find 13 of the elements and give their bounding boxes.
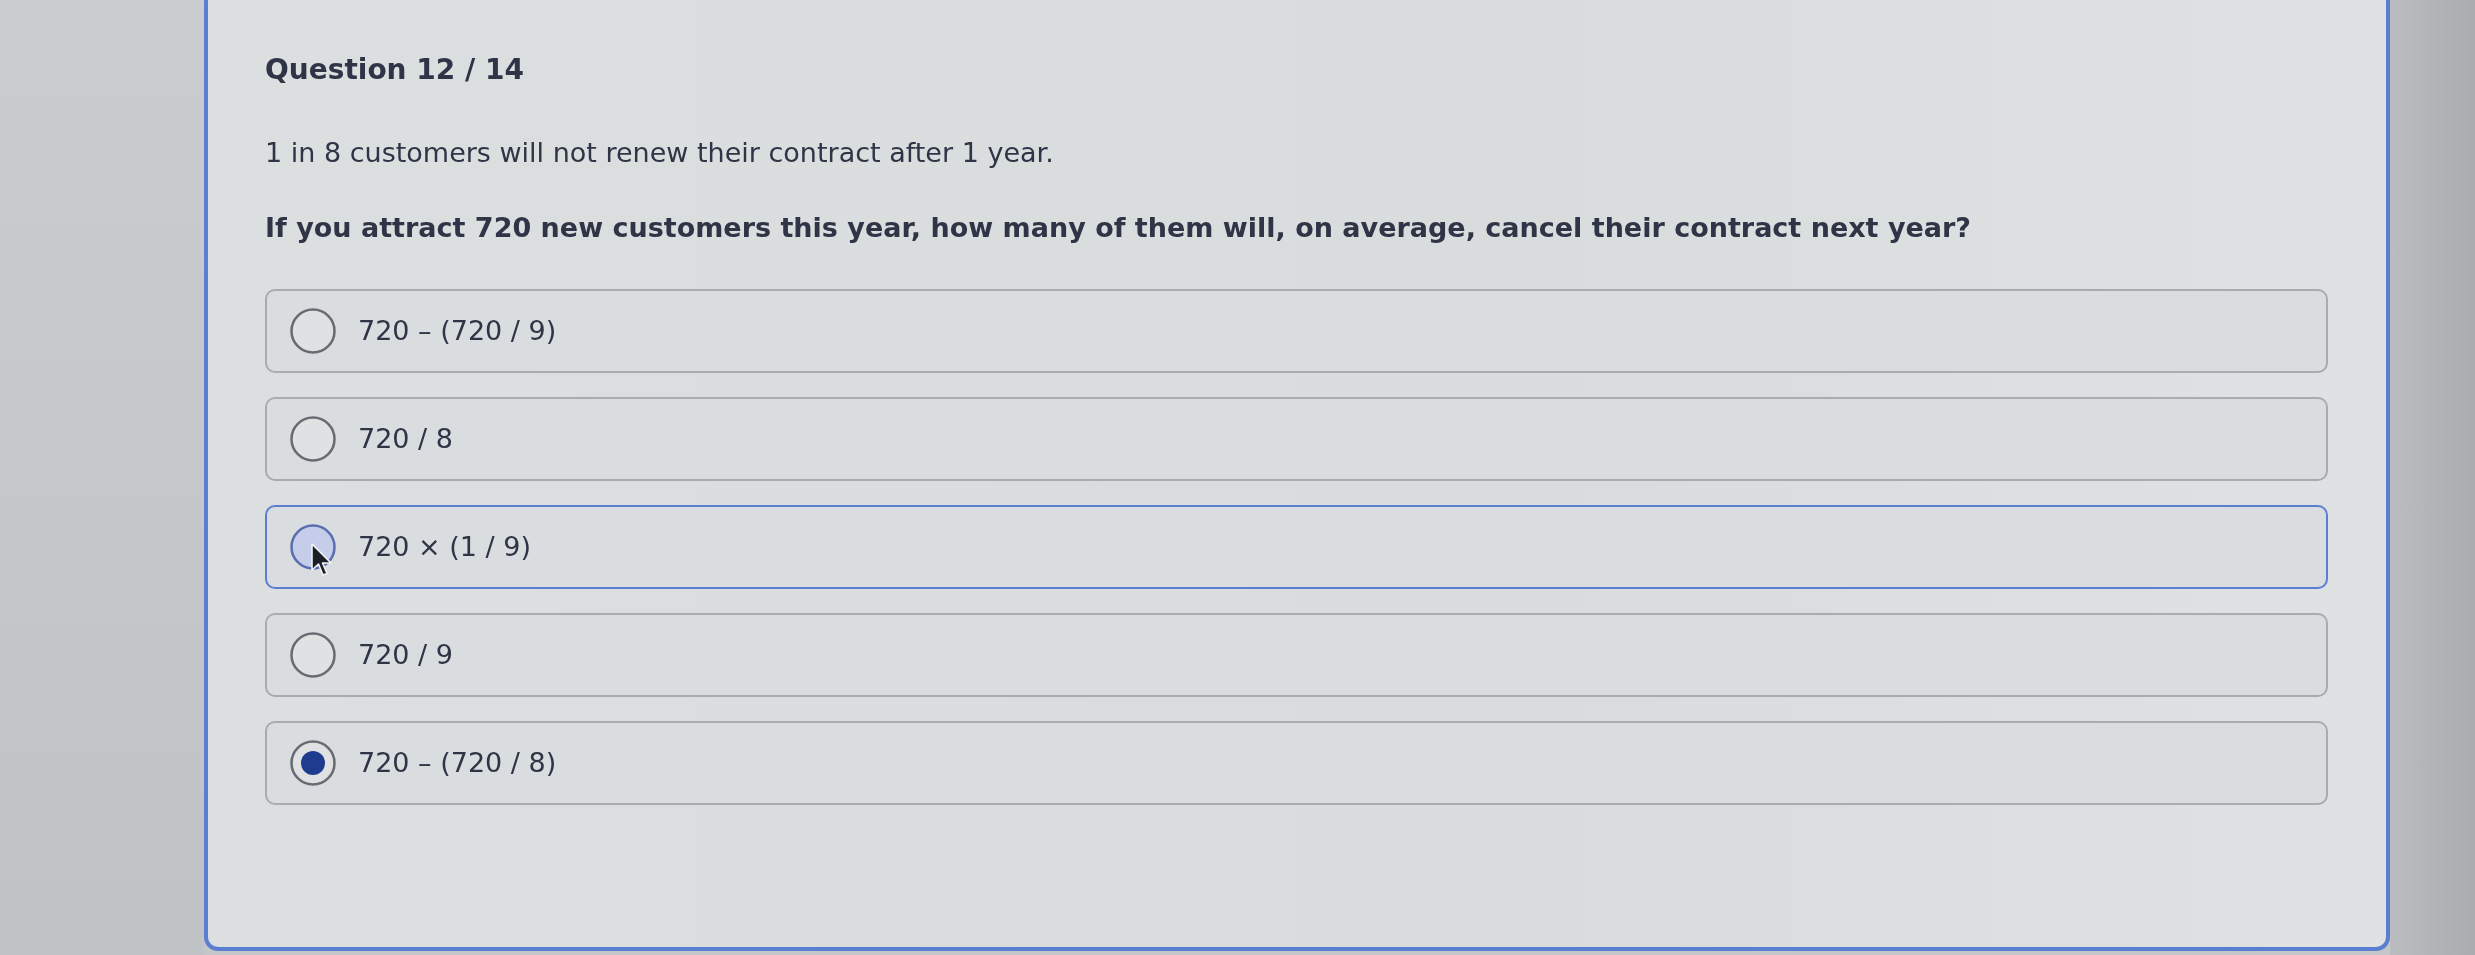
answer-option[interactable]: 720 / 9 bbox=[265, 613, 2328, 697]
answer-option[interactable]: 720 – (720 / 8) bbox=[265, 721, 2328, 805]
radio-icon[interactable] bbox=[290, 308, 336, 354]
question-prompt: If you attract 720 new customers this year, how many of them will, on average, cancel their contract next year? bbox=[265, 211, 1973, 245]
question-number: Question 12 / 14 bbox=[265, 52, 525, 88]
answer-option[interactable]: 720 × (1 / 9) bbox=[265, 505, 2328, 589]
mouse-pointer-icon bbox=[311, 543, 333, 577]
radio-selected-icon[interactable] bbox=[290, 740, 336, 786]
radio-icon[interactable] bbox=[290, 632, 336, 678]
answer-option[interactable]: 720 – (720 / 9) bbox=[265, 289, 2328, 373]
answer-option[interactable]: 720 / 8 bbox=[265, 397, 2328, 481]
question-statement: 1 in 8 customers will not renew their contract after 1 year. bbox=[265, 136, 1055, 170]
radio-icon[interactable] bbox=[290, 416, 336, 462]
